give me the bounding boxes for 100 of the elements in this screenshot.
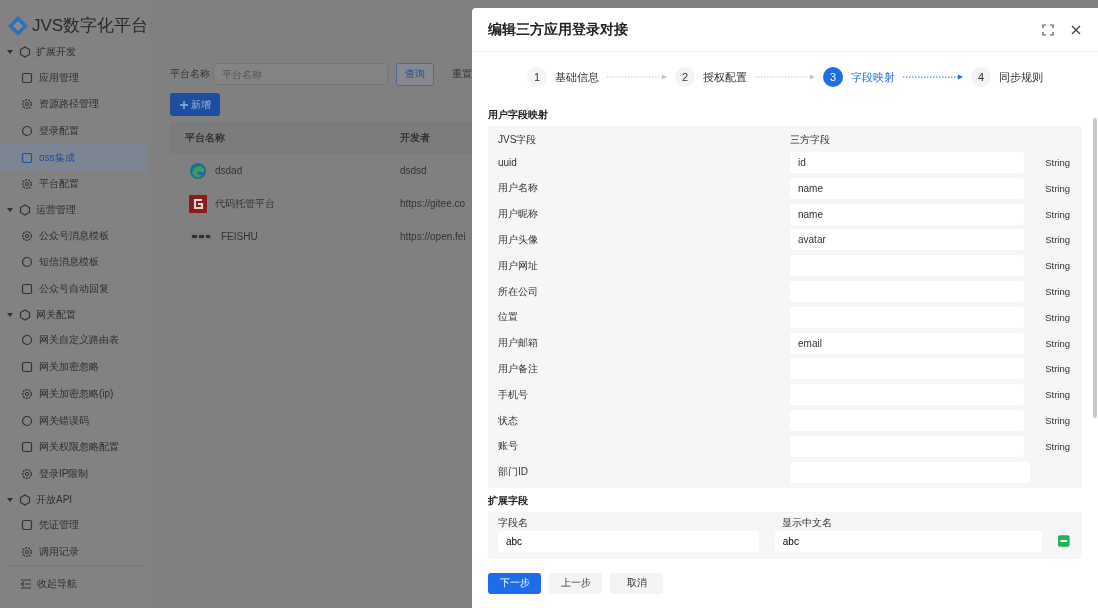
- menu-item[interactable]: 网关错误码: [0, 407, 148, 434]
- cube-icon: [19, 308, 31, 321]
- plus-icon: [179, 99, 189, 110]
- section-title: 用户字段映射: [488, 107, 549, 122]
- gear-icon: [21, 545, 33, 558]
- menu-item[interactable]: 登录配置: [0, 117, 148, 145]
- field-name: 用户昵称: [498, 207, 539, 222]
- menu-item[interactable]: 应用管理: [0, 64, 148, 92]
- circle-icon: [21, 256, 33, 269]
- swirl-logo-icon: [189, 161, 207, 180]
- dotted-arrow-icon: [607, 74, 667, 81]
- field-name: 部门ID: [498, 465, 529, 480]
- input-field[interactable]: email: [790, 332, 1025, 354]
- field-name: 位置: [498, 310, 519, 325]
- menu-group[interactable]: 网关配置: [0, 302, 150, 328]
- gear-icon: [21, 467, 33, 480]
- cube-icon: [19, 46, 31, 58]
- circle-icon: [21, 414, 33, 427]
- square-icon: [21, 283, 33, 296]
- table-cell: https://open.fei: [400, 231, 466, 242]
- type-label: String: [1045, 440, 1070, 452]
- step-item[interactable]: 4 同步规则: [971, 67, 1043, 88]
- section-title: 扩展字段: [488, 493, 529, 508]
- menu-item[interactable]: 登录IP限制: [0, 460, 148, 488]
- menu-item[interactable]: 平台配置: [0, 171, 148, 198]
- menu-group[interactable]: 运营管理: [0, 197, 150, 223]
- type-label: String: [1045, 182, 1070, 194]
- field-name: 用户邮箱: [498, 336, 539, 351]
- input-field[interactable]: name: [790, 177, 1025, 199]
- field-name: 用户头像: [498, 233, 539, 247]
- drawer-title: 编辑三方应用登录对接: [488, 20, 628, 39]
- menu-item[interactable]: 公众号消息模板: [0, 222, 148, 250]
- gear-icon: [21, 229, 33, 242]
- next-button[interactable]: 下一步: [488, 572, 541, 594]
- field-name: uuid: [498, 157, 518, 169]
- circle-icon: [21, 125, 33, 138]
- step-item[interactable]: 1 基础信息: [527, 67, 599, 88]
- remove-icon: [1058, 535, 1070, 548]
- reset-button[interactable]: 重置: [444, 62, 472, 86]
- table-cell: FEISHU: [221, 231, 258, 242]
- type-label: String: [1045, 260, 1070, 272]
- field-name: 手机号: [498, 387, 529, 402]
- menu-item[interactable]: 网关权限忽略配置: [0, 433, 148, 461]
- circle-icon: [21, 334, 33, 347]
- field-name: 所在公司: [498, 284, 539, 299]
- step-item[interactable]: 2 授权配置: [675, 67, 747, 88]
- type-label: String: [1045, 157, 1070, 169]
- input-field[interactable]: abc: [498, 530, 759, 552]
- scrollbar[interactable]: [1093, 118, 1097, 418]
- gear-icon: [21, 178, 33, 191]
- square-icon: [21, 71, 33, 84]
- menu-item[interactable]: 凭证管理: [0, 511, 148, 539]
- cube-icon: [19, 493, 31, 506]
- type-label: String: [1045, 286, 1070, 298]
- menu-item[interactable]: 网关加密忽略: [0, 353, 148, 381]
- menu-item[interactable]: 短信消息模板: [0, 249, 148, 276]
- gear-icon: [21, 98, 33, 111]
- column-header: JVS字段: [498, 132, 538, 147]
- input-field[interactable]: abc: [774, 530, 1043, 552]
- menu-item[interactable]: 资源路径管理: [0, 91, 148, 118]
- field-label: 平台名称: [170, 67, 211, 81]
- input-field[interactable]: avatar: [790, 229, 1025, 251]
- query-button[interactable]: 查询: [396, 62, 434, 86]
- collapse-icon: [20, 578, 32, 591]
- action-button[interactable]: 上一步: [549, 572, 602, 594]
- input-field[interactable]: name: [790, 203, 1025, 225]
- menu-group[interactable]: 扩展开发: [0, 39, 150, 65]
- menu-item[interactable]: 调用记录: [0, 538, 148, 566]
- square-icon: [21, 151, 33, 164]
- field-name: 账号: [498, 439, 519, 454]
- cube-icon: [19, 204, 31, 217]
- type-label: String: [1045, 337, 1070, 349]
- collapse-nav-button[interactable]: 收起导航: [0, 570, 150, 598]
- type-label: String: [1045, 389, 1070, 401]
- menu-item[interactable]: 网关自定义路由表: [0, 327, 148, 354]
- type-label: String: [1045, 363, 1070, 375]
- menu-item[interactable]: 公众号自动回复: [0, 275, 148, 303]
- square-icon: [21, 361, 33, 374]
- letter-g-logo-icon: [189, 194, 207, 213]
- menu-item[interactable]: oss集成: [0, 144, 148, 172]
- field-name: 用户备注: [498, 361, 539, 376]
- square-icon: [21, 441, 33, 454]
- dotted-arrow-icon: [755, 74, 815, 81]
- table-cell: https://gitee.co: [400, 198, 466, 209]
- column-header: 字段名: [498, 515, 529, 530]
- menu-group[interactable]: 开放API: [0, 487, 150, 512]
- column-header: 开发者: [400, 131, 431, 145]
- step-item[interactable]: 3 字段映射: [823, 67, 895, 88]
- type-label: String: [1045, 208, 1070, 220]
- action-button[interactable]: 取消: [610, 572, 663, 594]
- table-cell: dsdad: [215, 165, 243, 176]
- field-name: 用户网址: [498, 258, 539, 273]
- menu-item[interactable]: 网关加密忽略(ip): [0, 380, 148, 408]
- gear-icon: [21, 387, 33, 400]
- field-name: 用户名称: [498, 181, 539, 196]
- input-field[interactable]: id: [790, 152, 1025, 174]
- fullscreen-icon: [1042, 23, 1054, 36]
- table-cell: 代码托管平台: [215, 196, 275, 211]
- add-button[interactable]: 新增: [170, 93, 220, 116]
- dotted-arrow-icon: [903, 74, 963, 81]
